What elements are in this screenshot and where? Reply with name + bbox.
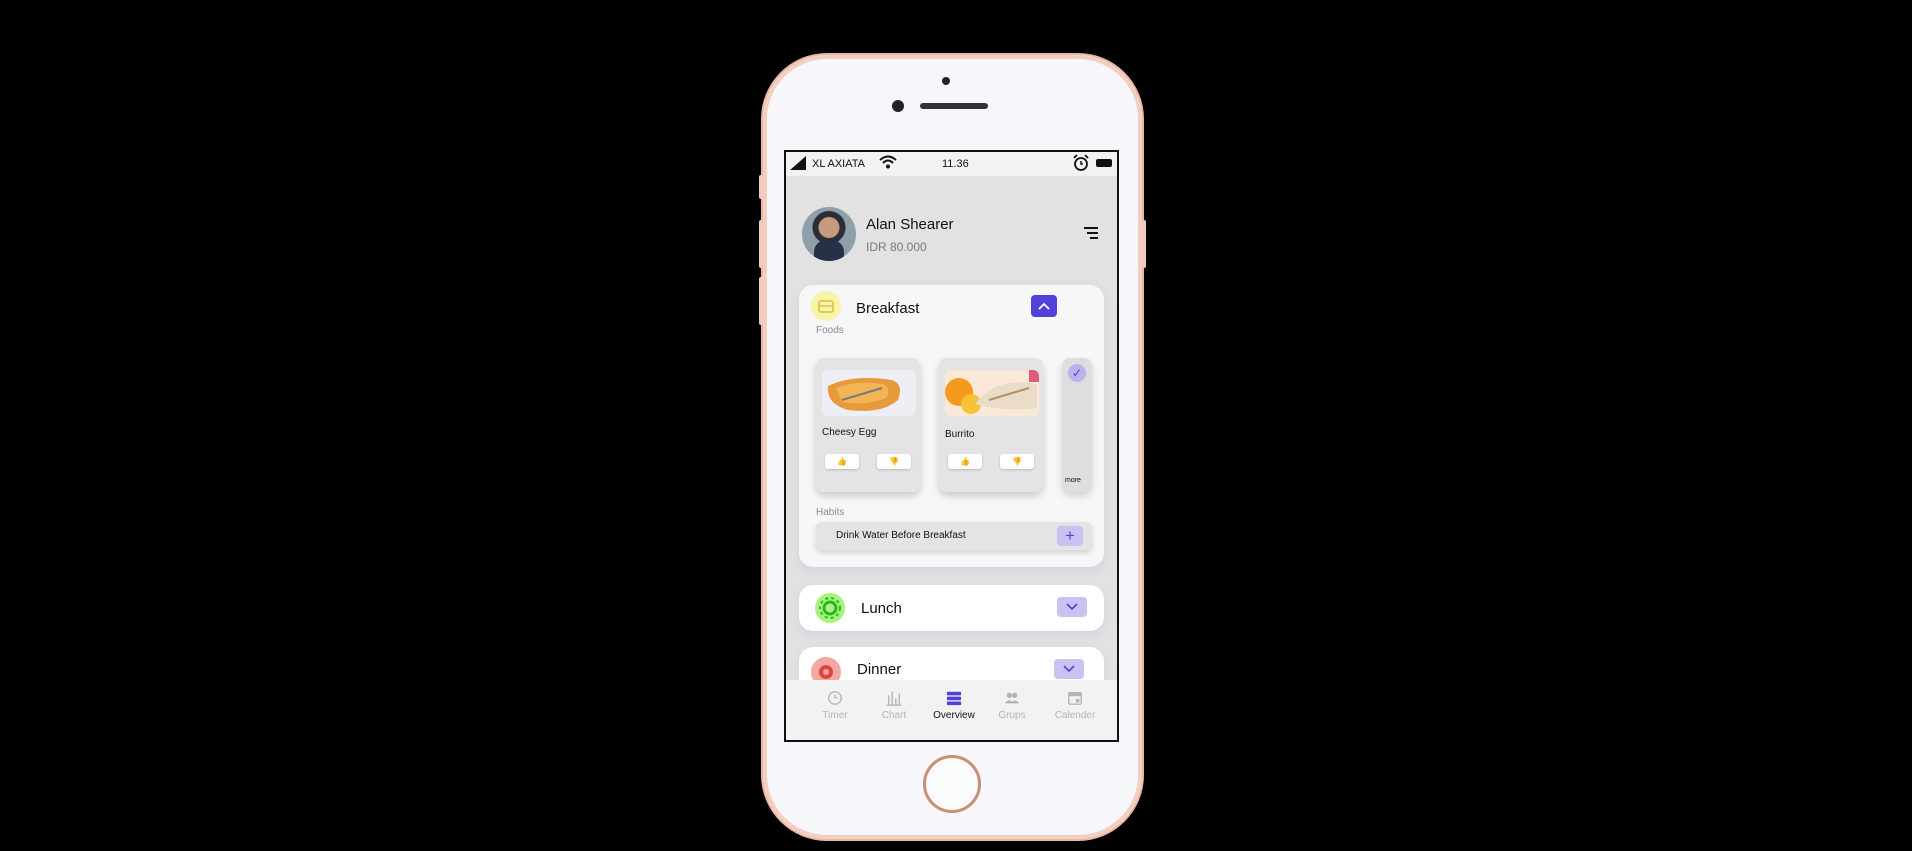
nav-label: Overview [933, 710, 975, 721]
list-icon [946, 691, 962, 706]
lunch-icon [815, 593, 845, 623]
home-button[interactable] [923, 755, 981, 813]
food-name: Burrito [945, 429, 975, 440]
like-button[interactable]: 👍 [948, 454, 982, 469]
more-foods-card[interactable]: ✓ more [1062, 358, 1092, 492]
clock-icon [828, 691, 842, 705]
collapse-breakfast-button[interactable] [1031, 295, 1057, 317]
habit-item: Drink Water Before Breakfast + [816, 522, 1092, 550]
expand-dinner-button[interactable] [1054, 659, 1084, 679]
nav-chart[interactable]: Chart [870, 690, 918, 721]
dislike-button[interactable]: 👎 [877, 454, 911, 469]
breakfast-title: Breakfast [856, 300, 920, 317]
nav-calender[interactable]: Calender [1047, 690, 1103, 721]
profile-header: Alan Shearer IDR 80.000 [802, 207, 1102, 263]
nav-label: Calender [1054, 710, 1096, 721]
nav-timer[interactable]: Timer [811, 690, 859, 721]
nav-label: Grups [998, 710, 1026, 721]
wifi-icon [879, 155, 897, 169]
avatar[interactable] [802, 207, 856, 261]
food-card-burrito[interactable]: Burrito 👍 👎 [939, 358, 1043, 492]
nav-label: Timer [822, 710, 848, 721]
breakfast-icon [811, 291, 841, 321]
front-camera [892, 100, 904, 112]
foods-label: Foods [816, 325, 844, 336]
power-button [1142, 220, 1146, 268]
volume-down-button [759, 277, 763, 325]
volume-up-button [759, 220, 763, 268]
thumbs-up-icon: 👍 [960, 457, 970, 466]
chevron-down-icon [1066, 603, 1078, 611]
habit-text: Drink Water Before Breakfast [836, 530, 966, 541]
alarm-icon [1073, 154, 1089, 171]
add-habit-button[interactable]: + [1057, 526, 1083, 546]
user-balance: IDR 80.000 [866, 240, 927, 254]
app-screen: XL AXIATA 11.36 Alan Shearer IDR 80.000 … [784, 150, 1119, 742]
mute-switch [759, 175, 763, 199]
bar-chart-icon [886, 691, 902, 706]
lunch-card[interactable]: Lunch [799, 585, 1104, 631]
user-name: Alan Shearer [866, 216, 954, 233]
people-icon [1004, 692, 1020, 704]
filter-menu-icon[interactable] [1084, 227, 1098, 241]
status-time: 11.36 [942, 158, 969, 170]
habits-label: Habits [816, 507, 845, 518]
nav-label: Chart [881, 710, 907, 721]
dinner-title: Dinner [857, 661, 902, 678]
thumbs-up-icon: 👍 [837, 457, 847, 466]
battery-icon [1096, 159, 1112, 167]
cheesy-egg-image [822, 370, 916, 416]
nav-overview[interactable]: Overview [926, 690, 982, 721]
food-card-cheesy-egg[interactable]: Cheesy Egg 👍 👎 [816, 358, 920, 492]
carrier-name: XL AXIATA [812, 158, 865, 170]
food-name: Cheesy Egg [822, 427, 877, 438]
nav-grups[interactable]: Grups [988, 690, 1036, 721]
expand-lunch-button[interactable] [1057, 597, 1087, 617]
chevron-up-icon [1038, 302, 1050, 310]
bottom-navigation: Timer Chart Overview Grups Calender [786, 680, 1117, 740]
burrito-image [945, 370, 1039, 416]
proximity-sensor [942, 77, 950, 85]
calendar-icon [1068, 691, 1082, 705]
thumbs-down-icon: 👎 [889, 457, 899, 466]
dislike-button[interactable]: 👎 [1000, 454, 1034, 469]
signal-icon [790, 156, 806, 170]
earpiece-speaker [920, 103, 988, 109]
thumbs-down-icon: 👎 [1012, 457, 1022, 466]
check-icon: ✓ [1068, 364, 1086, 382]
lunch-title: Lunch [861, 600, 902, 617]
status-bar: XL AXIATA 11.36 [786, 152, 1117, 176]
breakfast-card: Breakfast Foods Cheesy Egg 👍 👎 Burrito 👍… [799, 285, 1104, 567]
plus-icon: + [1065, 526, 1075, 545]
like-button[interactable]: 👍 [825, 454, 859, 469]
more-label: more [1065, 477, 1081, 484]
chevron-down-icon [1063, 665, 1075, 673]
